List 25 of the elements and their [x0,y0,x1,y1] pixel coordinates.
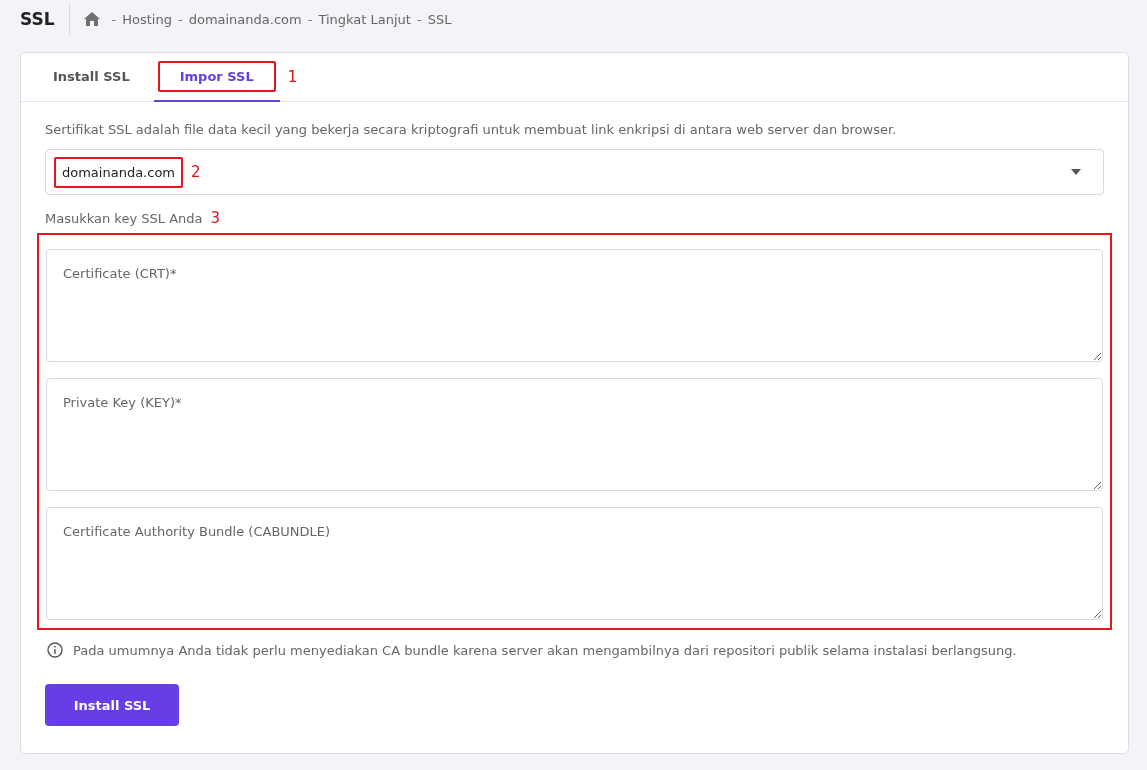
dropdown-value: domainanda.com [54,156,183,188]
info-icon [47,642,63,658]
breadcrumb-separator: - [177,11,183,27]
input-field[interactable]: Private Key (KEY)* [46,378,1103,491]
breadcrumb-item: SSL [427,11,452,27]
domain-dropdown[interactable]: domainanda.com 2 [45,149,1104,195]
breadcrumb-item[interactable]: Tingkat Lanjut [318,11,411,27]
breadcrumb-item[interactable]: Hosting [122,11,172,27]
page-title: SSL [20,9,55,29]
annotation-number: 1 [287,68,298,86]
breadcrumb-separator: - [111,11,117,27]
tab[interactable]: Install SSL [29,53,154,102]
description-text: Sertifikat SSL adalah file data kecil yang bekerja secara kriptografi untuk membuat link enkripsi di antara web server dan browser. [45,122,898,137]
breadcrumb-separator: - [307,11,313,27]
info-text: Pada umumnya Anda tidak perlu menyediakan CA bundle karena server akan mengambilnya dari repositori publik selama instalasi berlangsung. [73,642,1017,658]
input-field[interactable]: Certificate (CRT)* [46,249,1103,362]
breadcrumb-item[interactable]: domainanda.com [188,11,302,27]
breadcrumb-separator: - [416,11,422,27]
home-icon[interactable] [83,12,100,26]
annotation-number: 3 [210,209,221,227]
section-label: Masukkan key SSL Anda [45,210,203,226]
caret-icon [1071,169,1081,175]
annotation-number: 2 [191,163,201,181]
install-button[interactable]: Install SSL [45,684,179,726]
input-field[interactable]: Certificate Authority Bundle (CABUNDLE) [46,507,1103,620]
